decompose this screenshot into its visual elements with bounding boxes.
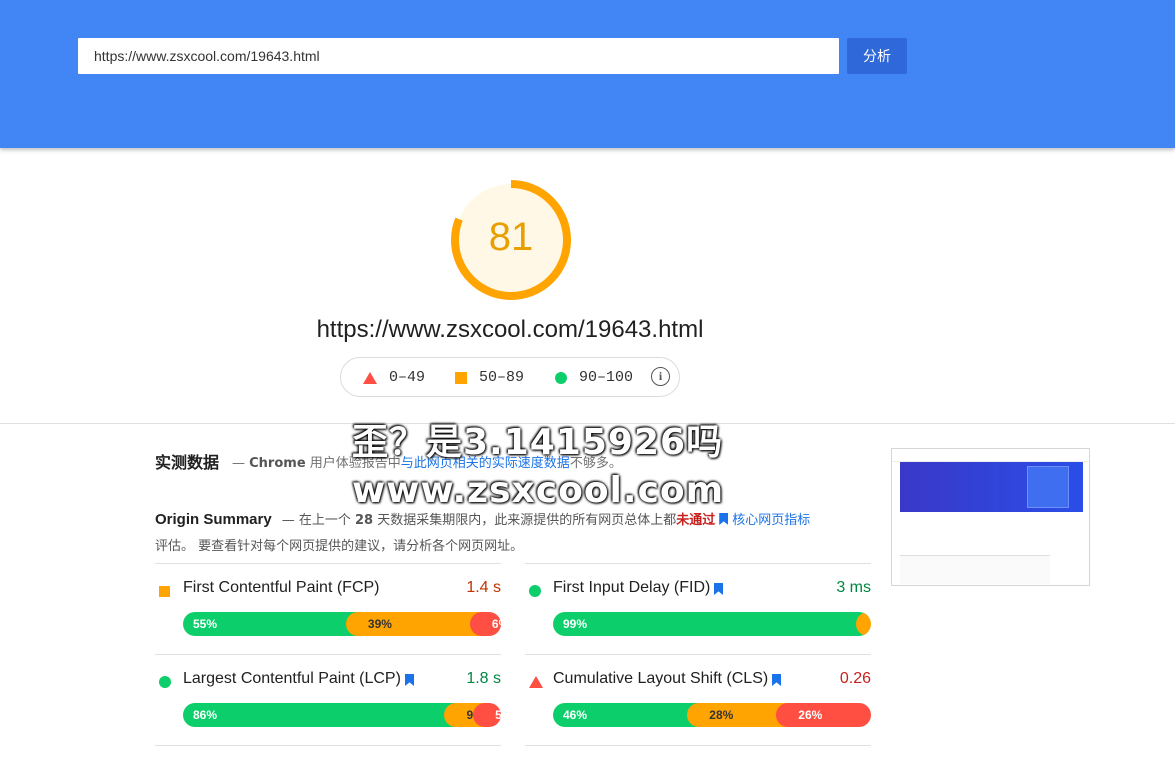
analyzed-url: https://www.zsxcool.com/19643.html <box>316 316 704 343</box>
distribution-avg: 28% <box>687 703 789 727</box>
distribution-good: 99% <box>553 612 868 636</box>
legend-fail: 0–49 <box>363 369 425 386</box>
distribution-poor: 6% <box>469 612 501 636</box>
url-input[interactable] <box>78 38 839 74</box>
metric-name: First Contentful Paint (FCP) <box>183 579 380 596</box>
circle-icon <box>555 371 567 384</box>
core-web-vitals-link[interactable]: 核心网页指标 <box>732 513 810 528</box>
legend-pass: 90–100 <box>555 369 633 386</box>
bookmark-icon <box>772 674 781 686</box>
top-bar: 分析 <box>0 0 1175 148</box>
distribution-bar: 99%1% <box>553 612 871 636</box>
average-square-icon <box>159 584 170 602</box>
origin-summary-title: Origin Summary <box>155 511 272 528</box>
metric-value: 3 ms <box>836 579 871 596</box>
pass-circle-icon <box>159 675 171 693</box>
distribution-poor: 26% <box>776 703 871 727</box>
bookmark-icon <box>405 674 414 686</box>
distribution-avg: 39% <box>345 612 482 636</box>
bookmark-icon <box>714 583 723 595</box>
metric-name: Cumulative Layout Shift (CLS) <box>553 670 769 687</box>
metric-name: Largest Contentful Paint (LCP) <box>183 670 401 687</box>
distribution-bar: 46% 28% 26% <box>553 703 871 727</box>
watermark-text: 歪？是3.1415926吗 www.zsxcool.com <box>352 422 725 511</box>
distribution-good: 86% <box>183 703 457 727</box>
performance-score: 81 <box>488 215 534 259</box>
analyze-button[interactable]: 分析 <box>847 38 907 74</box>
metric-card: Largest Contentful Paint (LCP) 1.8 s 86%9%… <box>155 654 501 746</box>
metric-card: Cumulative Layout Shift (CLS) 0.26 46% 28% 2… <box>525 654 871 746</box>
page-screenshot-thumbnail <box>891 448 1090 586</box>
distribution-good: 55% <box>183 612 358 636</box>
fail-status: 未通过 <box>676 513 716 528</box>
metric-card: First Input Delay (FID) 3 ms 99%1% <box>525 563 871 654</box>
metric-card: First Contentful Paint (FCP) 1.4 s 55% 39% 6… <box>155 563 501 654</box>
metric-value: 1.8 s <box>466 670 501 687</box>
info-icon[interactable]: i <box>651 367 670 386</box>
square-icon <box>455 371 467 384</box>
fail-triangle-icon <box>529 675 543 693</box>
distribution-good: 46% <box>553 703 700 727</box>
metric-value: 1.4 s <box>466 579 501 596</box>
score-legend: 0–49 50–89 90–100 i <box>340 357 680 397</box>
legend-average: 50–89 <box>455 369 524 386</box>
pass-circle-icon <box>529 584 541 602</box>
distribution-poor: 5% <box>473 703 501 727</box>
metric-name: First Input Delay (FID) <box>553 579 711 596</box>
distribution-bar: 55%39%6% <box>183 612 501 636</box>
field-data-title: 实测数据 <box>155 453 220 472</box>
distribution-bar: 86%9%5% <box>183 703 501 727</box>
metric-value: 0.26 <box>839 670 871 687</box>
triangle-icon <box>363 371 377 384</box>
